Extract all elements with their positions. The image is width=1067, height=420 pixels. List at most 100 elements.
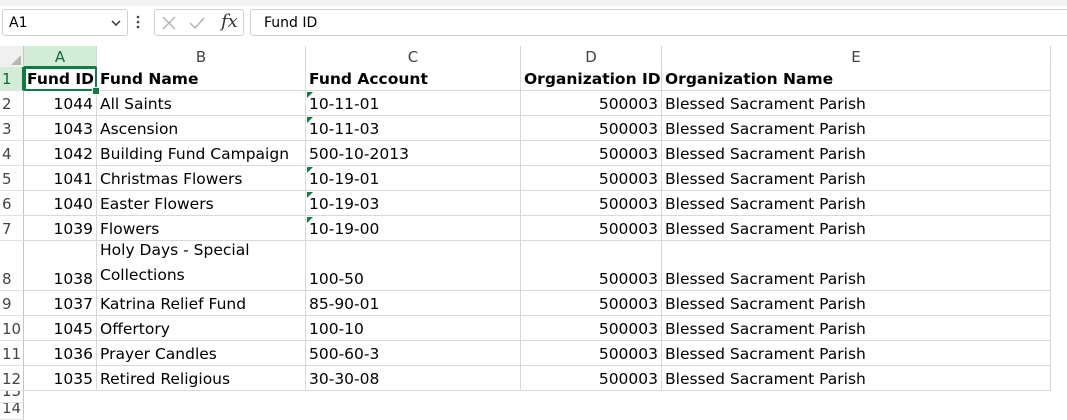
cancel-icon[interactable] [161, 15, 177, 31]
row-header-5[interactable]: 5 [0, 166, 24, 191]
cell-fund-name[interactable]: Holy Days - Special Collections [97, 241, 306, 291]
cell-fund-name[interactable]: Offertory [97, 316, 306, 341]
cell-organization-name[interactable]: Blessed Sacrament Parish [662, 366, 1051, 391]
cell-fund-account[interactable]: 10-19-03 [306, 191, 521, 216]
cell-fund-account[interactable]: 10-11-03 [306, 116, 521, 141]
cell-fund-id[interactable]: 1043 [24, 116, 97, 141]
row-header-4[interactable]: 4 [0, 141, 24, 166]
cell-value: 10-11-01 [309, 95, 380, 113]
cell-value: Blessed Sacrament Parish [665, 195, 866, 213]
header-cell-fund-name[interactable]: Fund Name [97, 67, 306, 91]
check-icon[interactable] [189, 15, 205, 31]
cell-organization-id[interactable]: 500003 [521, 166, 662, 191]
row-header-8[interactable]: 8 [0, 241, 24, 291]
column-header-d[interactable]: D [521, 46, 662, 68]
cell-value: Christmas Flowers [100, 170, 243, 188]
cell-value: 500003 [598, 295, 658, 313]
row-header-9[interactable]: 9 [0, 291, 24, 316]
cell-fund-id[interactable]: 1045 [24, 316, 97, 341]
select-all-button[interactable] [0, 46, 24, 68]
cell-fund-id[interactable]: 1041 [24, 166, 97, 191]
header-cell-organization-id[interactable]: Organization ID [521, 67, 662, 91]
row-header-6[interactable]: 6 [0, 191, 24, 216]
row-header-7[interactable]: 7 [0, 216, 24, 241]
cell-fund-name[interactable]: Flowers [97, 216, 306, 241]
cell-organization-name[interactable]: Blessed Sacrament Parish [662, 216, 1051, 241]
cell-fund-account[interactable]: 100-50 [306, 241, 521, 291]
cell-fund-account[interactable]: 10-11-01 [306, 91, 521, 116]
row-number: 11 [2, 345, 22, 363]
cell-organization-name[interactable]: Blessed Sacrament Parish [662, 166, 1051, 191]
cell-fund-id[interactable]: 1044 [24, 91, 97, 116]
cell-fund-name[interactable]: Easter Flowers [97, 191, 306, 216]
header-label: Fund Name [100, 70, 199, 88]
cell-organization-name[interactable]: Blessed Sacrament Parish [662, 91, 1051, 116]
cell-value: 500003 [598, 170, 658, 188]
cell-organization-name[interactable]: Blessed Sacrament Parish [662, 241, 1051, 291]
cell-organization-id[interactable]: 500003 [521, 316, 662, 341]
cell-organization-id[interactable]: 500003 [521, 191, 662, 216]
cell-fund-account[interactable]: 10-19-01 [306, 166, 521, 191]
cell-fund-account[interactable]: 10-19-00 [306, 216, 521, 241]
cell-organization-name[interactable]: Blessed Sacrament Parish [662, 316, 1051, 341]
formula-input[interactable]: Fund ID [250, 9, 1067, 36]
chevron-down-icon[interactable] [109, 16, 123, 30]
header-cell-fund-id[interactable]: Fund ID [24, 67, 97, 91]
cell-value: Katrina Relief Fund [100, 295, 247, 313]
row-header-1[interactable]: 1 [0, 67, 24, 91]
cell-fund-name[interactable]: Retired Religious [97, 366, 306, 391]
cell-fund-name[interactable]: Prayer Candles [97, 341, 306, 366]
cell-organization-id[interactable]: 500003 [521, 366, 662, 391]
cell-fund-id[interactable]: 1037 [24, 291, 97, 316]
name-box[interactable]: A1 [2, 9, 128, 36]
cell-fund-account[interactable]: 100-10 [306, 316, 521, 341]
cell-fund-name[interactable]: Katrina Relief Fund [97, 291, 306, 316]
header-cell-fund-account[interactable]: Fund Account [306, 67, 521, 91]
cell-organization-id[interactable]: 500003 [521, 141, 662, 166]
cell-fund-name[interactable]: Ascension [97, 116, 306, 141]
cell-organization-name[interactable]: Blessed Sacrament Parish [662, 116, 1051, 141]
cell-organization-id[interactable]: 500003 [521, 91, 662, 116]
row-header-13[interactable]: 13 [0, 391, 24, 403]
cell-fund-name[interactable]: All Saints [97, 91, 306, 116]
cell-fund-id[interactable]: 1035 [24, 366, 97, 391]
header-label: Organization ID [524, 70, 661, 88]
row-header-2[interactable]: 2 [0, 91, 24, 116]
cell-value: 1037 [53, 295, 93, 313]
column-header-a[interactable]: A [24, 46, 97, 68]
column-header-b[interactable]: B [97, 46, 306, 68]
cell-organization-id[interactable]: 500003 [521, 291, 662, 316]
cell-fund-name[interactable]: Christmas Flowers [97, 166, 306, 191]
cell-fund-id[interactable]: 1039 [24, 216, 97, 241]
fill-handle[interactable] [92, 87, 100, 95]
row-header-3[interactable]: 3 [0, 116, 24, 141]
cell-organization-name[interactable]: Blessed Sacrament Parish [662, 341, 1051, 366]
cell-fund-account[interactable]: 30-30-08 [306, 366, 521, 391]
cell-organization-id[interactable]: 500003 [521, 341, 662, 366]
row-header-11[interactable]: 11 [0, 341, 24, 366]
formula-actions: fx [154, 9, 244, 36]
cell-organization-id[interactable]: 500003 [521, 116, 662, 141]
row-header-14[interactable]: 14 [0, 403, 24, 420]
cell-value: 500-60-3 [309, 345, 380, 363]
cell-organization-name[interactable]: Blessed Sacrament Parish [662, 191, 1051, 216]
more-options-icon[interactable] [135, 14, 141, 30]
cell-fund-name[interactable]: Building Fund Campaign [97, 141, 306, 166]
row-header-12[interactable]: 12 [0, 366, 24, 391]
cell-fund-id[interactable]: 1040 [24, 191, 97, 216]
header-cell-organization-name[interactable]: Organization Name [662, 67, 1051, 91]
cell-organization-name[interactable]: Blessed Sacrament Parish [662, 141, 1051, 166]
cell-organization-id[interactable]: 500003 [521, 241, 662, 291]
cell-organization-name[interactable]: Blessed Sacrament Parish [662, 291, 1051, 316]
cell-fund-id[interactable]: 1036 [24, 341, 97, 366]
cell-fund-account[interactable]: 500-10-2013 [306, 141, 521, 166]
cell-fund-id[interactable]: 1042 [24, 141, 97, 166]
cell-fund-id[interactable]: 1038 [24, 241, 97, 291]
cell-fund-account[interactable]: 85-90-01 [306, 291, 521, 316]
insert-function-icon[interactable]: fx [221, 11, 238, 32]
column-header-e[interactable]: E [662, 46, 1051, 68]
cell-fund-account[interactable]: 500-60-3 [306, 341, 521, 366]
column-header-c[interactable]: C [306, 46, 521, 68]
cell-organization-id[interactable]: 500003 [521, 216, 662, 241]
row-header-10[interactable]: 10 [0, 316, 24, 341]
